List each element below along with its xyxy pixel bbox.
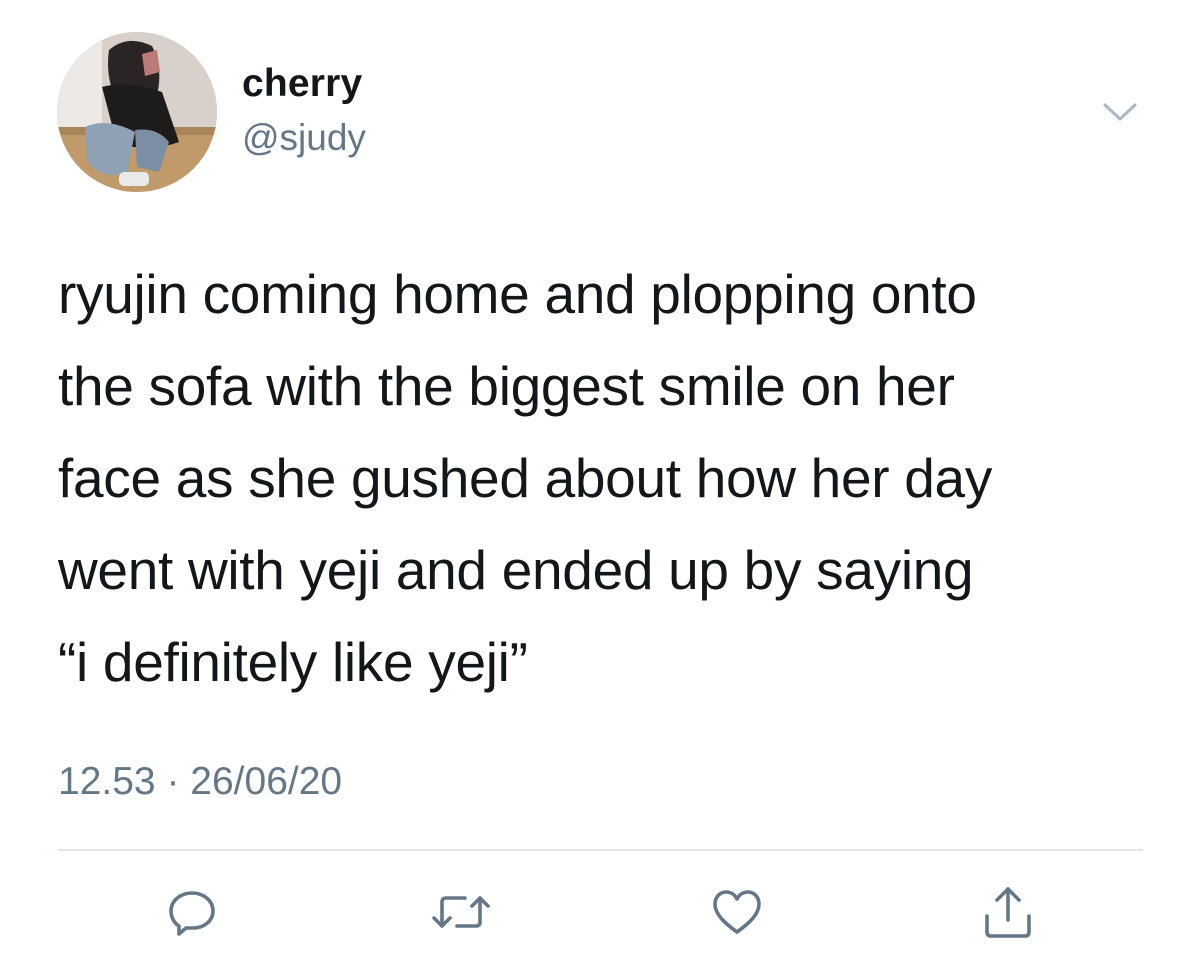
- share-icon: [985, 887, 1031, 938]
- tweet-text-line: ryujin coming home and plopping onto: [58, 263, 977, 325]
- like-button[interactable]: [705, 880, 769, 944]
- tweet-text-line: went with yeji and ended up by saying: [58, 539, 974, 601]
- retweet-icon: [432, 896, 490, 928]
- tweet-text: ryujin coming home and plopping onto the…: [58, 248, 1168, 708]
- reply-button[interactable]: [160, 880, 224, 944]
- tweet-text-line: face as she gushed about how her day: [58, 447, 993, 509]
- chevron-down-icon: [1103, 103, 1137, 121]
- user-handle[interactable]: @sjudy: [242, 117, 366, 159]
- more-options-button[interactable]: [1095, 95, 1145, 131]
- tweet-text-line: the sofa with the biggest smile on her: [58, 355, 955, 417]
- timestamp-separator: ·: [166, 760, 180, 803]
- display-name[interactable]: cherry: [242, 62, 362, 106]
- heart-icon: [713, 890, 761, 934]
- retweet-button[interactable]: [429, 880, 493, 944]
- tweet-time: 12.53: [58, 760, 156, 803]
- avatar-photo: [57, 32, 217, 192]
- reply-bubble-icon: [169, 891, 215, 936]
- divider: [58, 849, 1143, 851]
- tweet-text-line: “i definitely like yeji”: [58, 631, 528, 693]
- tweet-card: cherry @sjudy ryujin coming home and plo…: [0, 0, 1200, 976]
- tweet-date: 26/06/20: [190, 760, 343, 803]
- avatar[interactable]: [57, 32, 217, 192]
- share-button[interactable]: [976, 880, 1040, 944]
- tweet-timestamp[interactable]: 12.53 · 26/06/20: [58, 760, 342, 804]
